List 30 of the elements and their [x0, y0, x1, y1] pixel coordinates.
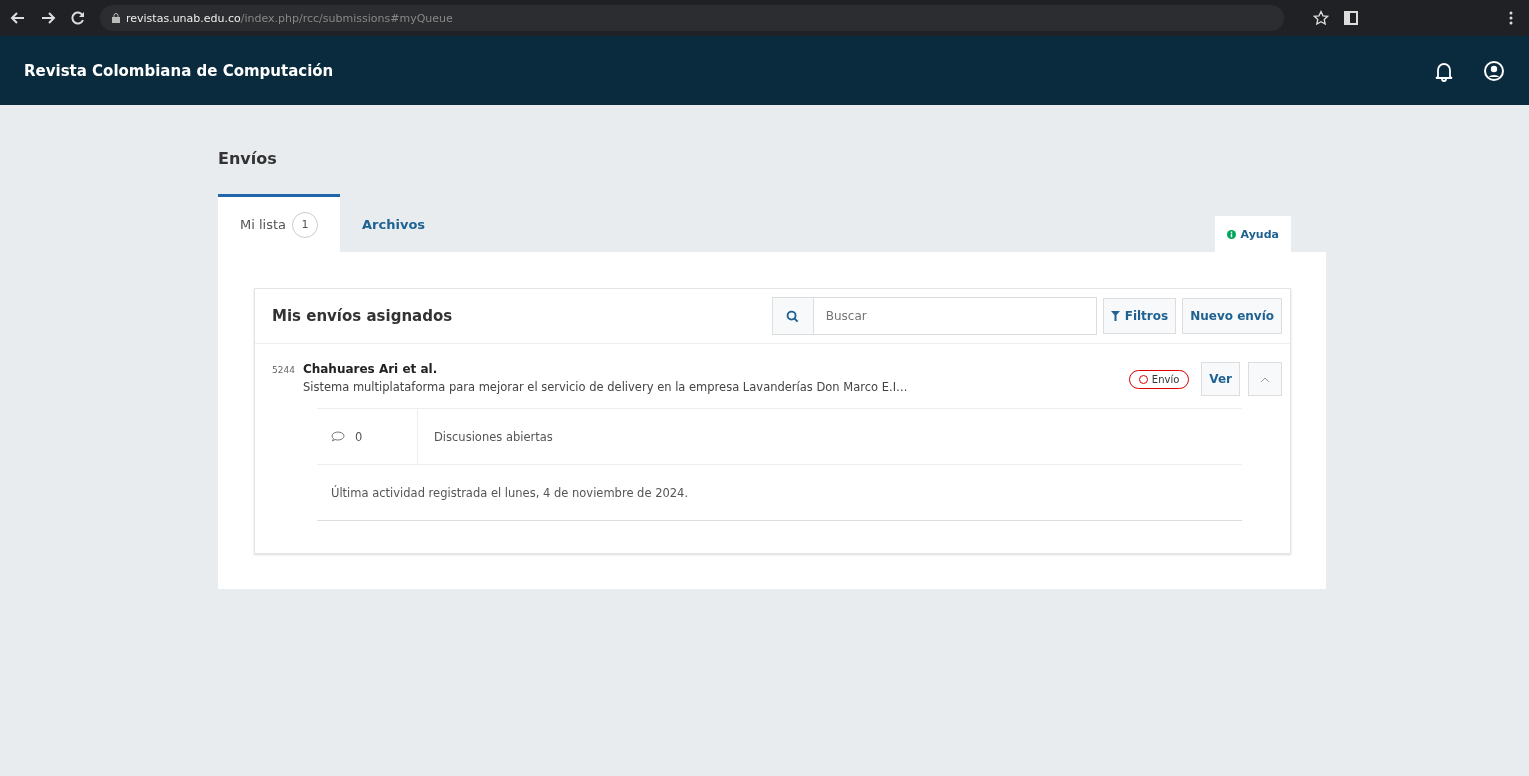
- last-activity: Última actividad registrada el lunes, 4 de noviembre de 2024.: [331, 485, 689, 500]
- submission-id: 5244: [272, 364, 295, 375]
- discussion-count: 0: [355, 429, 363, 444]
- tab[interactable]: Mi lista 1: [218, 194, 341, 252]
- help-button[interactable]: Ayuda: [1214, 216, 1291, 252]
- view-button[interactable]: Ver: [1201, 362, 1240, 396]
- filter-icon: [1110, 311, 1120, 321]
- toggle-button[interactable]: [1248, 362, 1282, 396]
- sidebar-icon[interactable]: [1343, 10, 1359, 26]
- discussions-label: Discusiones abiertas: [433, 429, 553, 444]
- page-title: Envíos: [218, 149, 278, 168]
- card-title: Mis envíos asignados: [272, 307, 454, 325]
- reload-icon[interactable]: [70, 10, 86, 26]
- tab[interactable]: Archivos: [340, 194, 448, 252]
- back-icon[interactable]: [10, 10, 26, 26]
- submission-title: Sistema multiplataforma para mejorar el servicio de delivery en la empresa Lavanderías Don Marco E.I…: [302, 380, 909, 394]
- user-icon[interactable]: [1483, 59, 1505, 82]
- star-icon[interactable]: [1313, 10, 1329, 26]
- new-submission-button[interactable]: Nuevo envío: [1182, 298, 1282, 334]
- search-button[interactable]: [771, 297, 813, 335]
- filters-button[interactable]: Filtros: [1102, 298, 1177, 334]
- address-bar[interactable]: revistas.unab.edu.co/index.php/rcc/submissions#myQueue: [100, 5, 1284, 31]
- search-field[interactable]: Buscar: [812, 297, 1097, 335]
- submission-authors: Chahuares Ari et al.: [302, 362, 439, 376]
- caret-up-icon: [1261, 376, 1269, 382]
- forward-icon[interactable]: [40, 10, 56, 26]
- lock-icon: [112, 13, 120, 23]
- comment-icon: [331, 431, 345, 442]
- info-icon: [1226, 229, 1236, 239]
- search-icon[interactable]: [786, 309, 800, 323]
